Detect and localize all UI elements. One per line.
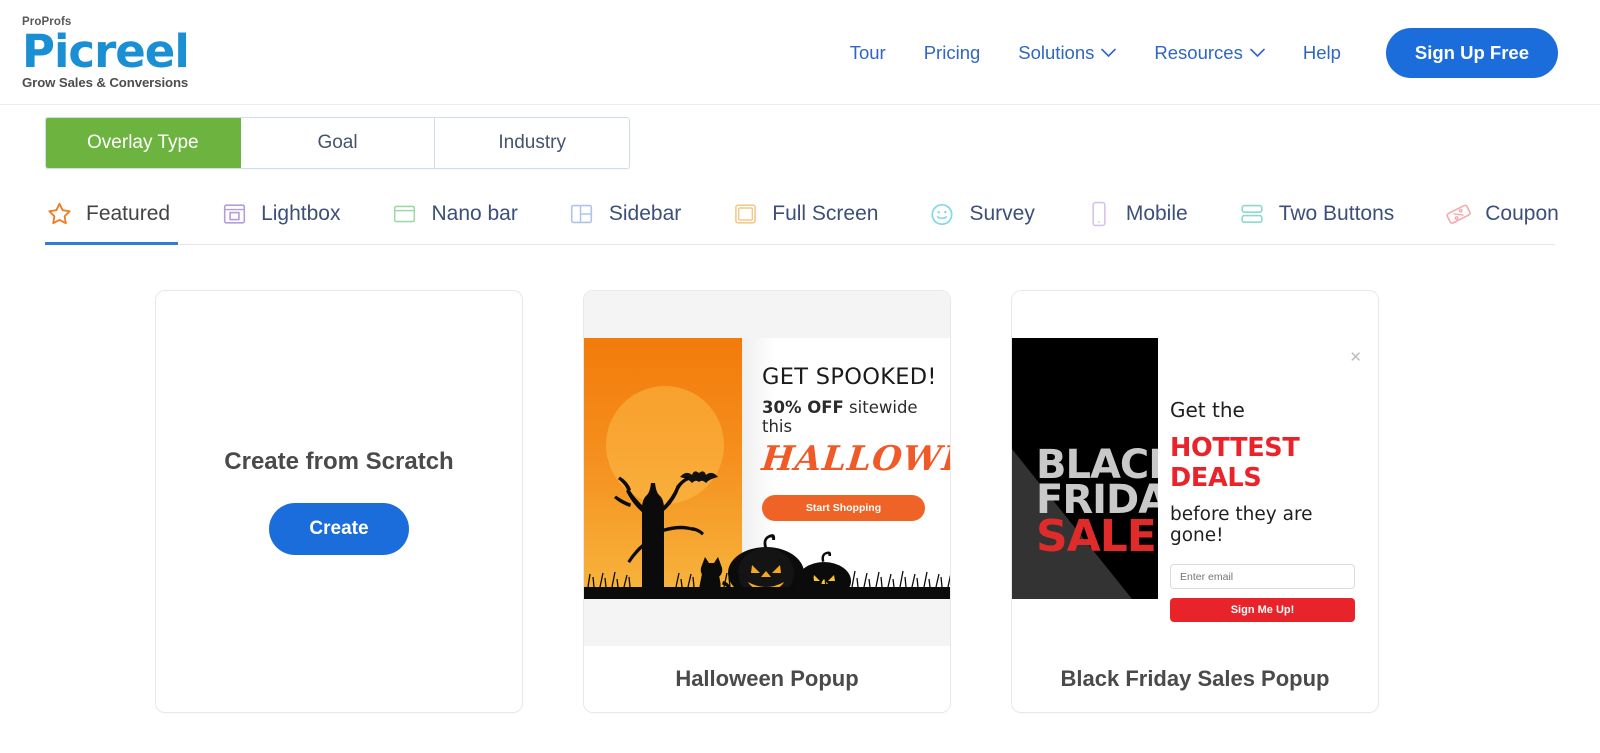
- chevron-down-icon: [1101, 48, 1117, 58]
- site-header: ProProfs Picreel Grow Sales & Conversion…: [0, 0, 1600, 105]
- nav-item-resources[interactable]: Resources: [1135, 42, 1283, 64]
- black-friday-copy-panel: ✕ Get the HOTTEST DEALS before they are …: [1170, 338, 1378, 622]
- card-title: Black Friday Sales Popup: [1012, 646, 1378, 712]
- survey-smiley-icon: [928, 200, 956, 228]
- close-icon[interactable]: ✕: [1349, 350, 1362, 365]
- halloween-headline: GET SPOOKED!: [762, 364, 937, 390]
- tab-coupon[interactable]: Coupon: [1444, 196, 1585, 244]
- full-screen-icon: [731, 200, 759, 228]
- tab-label: Sidebar: [608, 202, 682, 225]
- halloween-scenery-illustration: [584, 471, 950, 599]
- sign-up-free-button[interactable]: Sign Up Free: [1385, 27, 1558, 78]
- tab-mobile[interactable]: Mobile: [1085, 196, 1214, 244]
- nav-item-pricing[interactable]: Pricing: [905, 42, 1000, 64]
- tab-label: Featured: [86, 202, 171, 225]
- black-friday-wordmark: BLACK FRIDAY SALE: [1036, 445, 1158, 563]
- segment-industry[interactable]: Industry: [435, 118, 629, 168]
- tab-nano-bar[interactable]: Nano bar: [390, 196, 543, 244]
- nav-label: Tour: [849, 41, 886, 63]
- bf-headline-accent: HOTTEST DEALS: [1170, 433, 1300, 493]
- tab-two-buttons[interactable]: Two Buttons: [1238, 196, 1421, 244]
- nav-item-help[interactable]: Help: [1284, 42, 1360, 64]
- sign-me-up-button[interactable]: Sign Me Up!: [1170, 598, 1355, 622]
- tab-sidebar[interactable]: Sidebar: [568, 196, 707, 244]
- nav-label: Help: [1302, 41, 1341, 63]
- main-navigation: Tour Pricing Solutions Resources Help Si…: [831, 0, 1558, 105]
- coupon-icon: [1444, 200, 1472, 228]
- tab-label: Two Buttons: [1278, 202, 1395, 225]
- bf-headline-top: Get the: [1170, 398, 1245, 422]
- mobile-icon: [1085, 200, 1113, 228]
- star-icon: [45, 200, 73, 228]
- tab-label: Full Screen: [772, 202, 879, 225]
- email-field[interactable]: [1170, 564, 1355, 589]
- filter-mode-segmented-control: Overlay Type Goal Industry: [45, 117, 630, 169]
- lightbox-icon: [220, 200, 248, 228]
- template-grid: Create from Scratch Create GET SPOOKED! …: [0, 245, 1600, 713]
- tab-label: Nano bar: [431, 202, 518, 225]
- nav-item-tour[interactable]: Tour: [831, 42, 905, 64]
- wordmark-line-3: SALE: [1036, 511, 1157, 563]
- halloween-popup-mock: GET SPOOKED! 30% OFF sitewide this HALLO…: [584, 338, 950, 599]
- overlay-type-tabs: Featured Lightbox Nano bar Sidebar Full …: [45, 196, 1559, 245]
- tab-label: Lightbox: [261, 202, 341, 225]
- picreel-logo[interactable]: ProProfs Picreel Grow Sales & Conversion…: [22, 16, 232, 90]
- nav-label: Solutions: [1018, 41, 1095, 63]
- card-title: Halloween Popup: [584, 646, 950, 712]
- tab-featured[interactable]: Featured: [45, 196, 196, 245]
- nano-bar-icon: [390, 200, 418, 228]
- logo-tagline: Grow Sales & Conversions: [22, 75, 189, 90]
- tab-label: Coupon: [1485, 202, 1559, 225]
- two-buttons-icon: [1238, 200, 1266, 228]
- create-button[interactable]: Create: [269, 503, 409, 555]
- halloween-subheadline: 30% OFF sitewide this: [762, 398, 940, 436]
- halloween-discount: 30% OFF: [762, 398, 844, 417]
- segment-goal[interactable]: Goal: [240, 118, 436, 168]
- scratch-title: Create from Scratch: [224, 448, 454, 475]
- nav-item-solutions[interactable]: Solutions: [999, 42, 1135, 64]
- bf-headline-bottom: before they are gone!: [1170, 504, 1313, 546]
- card-black-friday-popup[interactable]: BLACK FRIDAY SALE ✕ Get the HOTTEST DEAL…: [1011, 290, 1379, 713]
- chevron-down-icon: [1250, 48, 1265, 58]
- tab-label: Mobile: [1125, 202, 1188, 225]
- tab-label: Survey: [969, 202, 1035, 225]
- black-friday-preview: BLACK FRIDAY SALE ✕ Get the HOTTEST DEAL…: [1012, 291, 1378, 646]
- nav-label: Pricing: [923, 41, 981, 63]
- segment-overlay-type[interactable]: Overlay Type: [46, 118, 241, 168]
- sidebar-icon: [568, 200, 596, 228]
- tab-lightbox[interactable]: Lightbox: [220, 196, 366, 244]
- tab-survey[interactable]: Survey: [928, 196, 1060, 244]
- card-create-from-scratch[interactable]: Create from Scratch Create: [155, 290, 523, 713]
- card-halloween-popup[interactable]: GET SPOOKED! 30% OFF sitewide this HALLO…: [583, 290, 951, 713]
- halloween-preview: GET SPOOKED! 30% OFF sitewide this HALLO…: [584, 291, 950, 646]
- logo-picreel-text: Picreel: [22, 25, 190, 78]
- black-friday-art-panel: BLACK FRIDAY SALE: [1012, 338, 1158, 599]
- black-friday-popup-mock: BLACK FRIDAY SALE ✕ Get the HOTTEST DEAL…: [1012, 291, 1378, 646]
- nav-label: Resources: [1154, 41, 1243, 63]
- tab-full-screen[interactable]: Full Screen: [731, 196, 904, 244]
